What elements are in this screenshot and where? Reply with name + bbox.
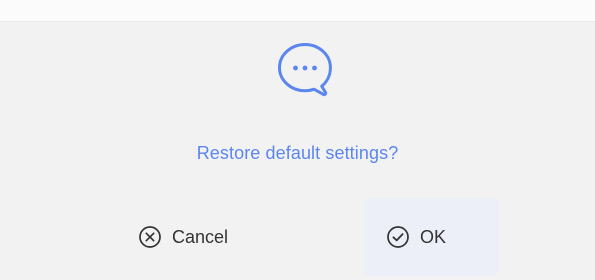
ok-button-label: OK <box>420 226 447 247</box>
circle-x-icon <box>138 225 162 249</box>
restore-defaults-dialog: Restore default settings? Cancel OK <box>0 0 595 280</box>
cancel-button-label: Cancel <box>172 226 229 247</box>
top-bar <box>0 0 595 22</box>
chat-bubble-ellipsis-icon <box>278 43 332 97</box>
dialog-message: Restore default settings? <box>196 143 399 163</box>
cancel-button[interactable]: Cancel <box>132 198 264 276</box>
ok-button[interactable]: OK <box>364 198 498 276</box>
circle-check-icon <box>386 225 410 249</box>
